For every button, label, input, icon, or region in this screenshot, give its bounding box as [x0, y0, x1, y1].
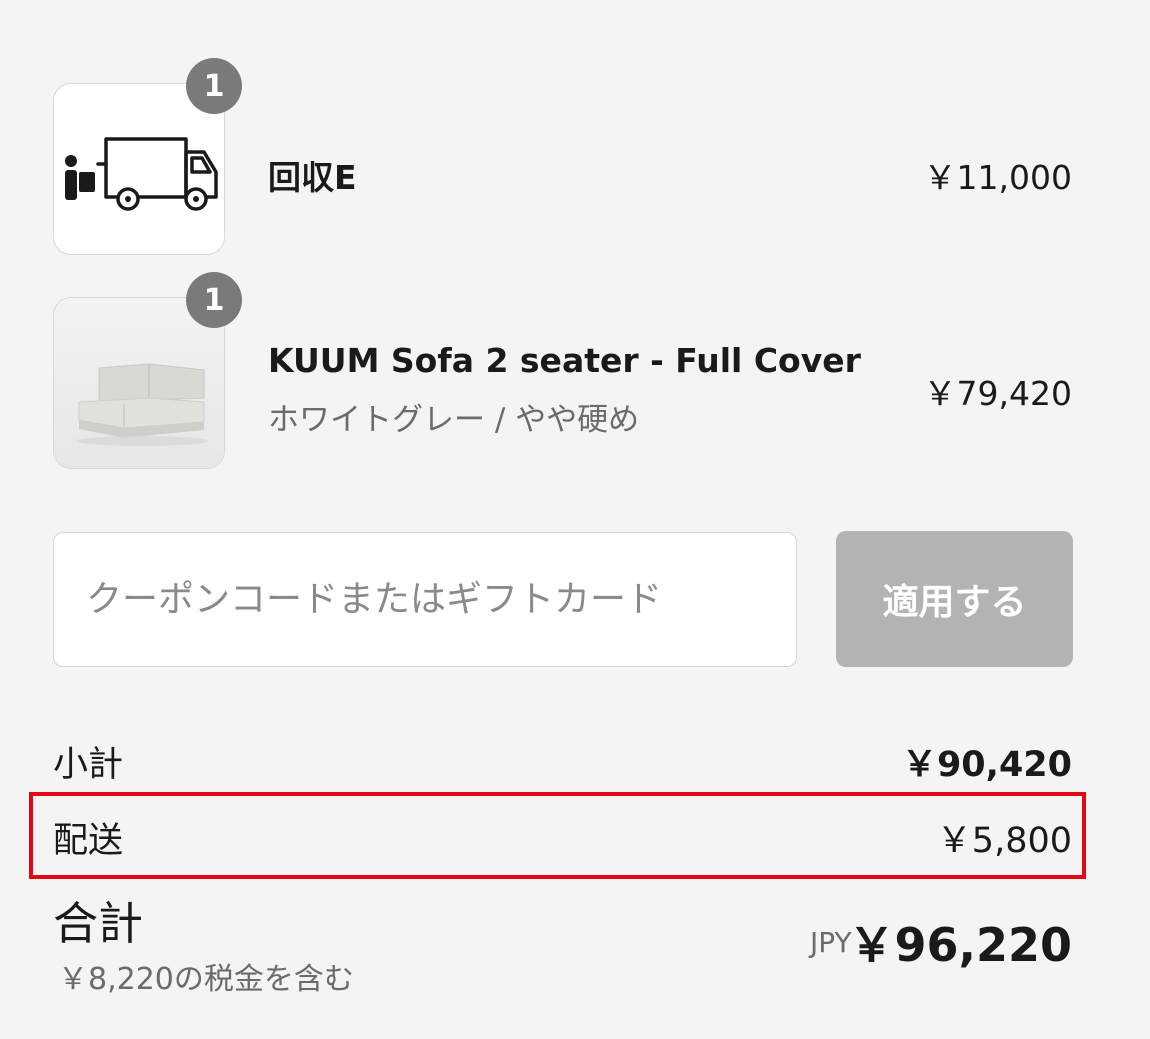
- quantity-badge: 1: [186, 58, 242, 114]
- item-price: ￥79,420: [923, 374, 1072, 413]
- tax-note: ￥8,220の税金を含む: [58, 962, 354, 997]
- subtotal-label: 小計: [53, 745, 124, 785]
- apply-coupon-button[interactable]: 適用する: [836, 531, 1073, 667]
- item-variant: ホワイトグレー / やや硬め: [268, 402, 640, 438]
- item-title: 回収E: [268, 158, 357, 197]
- shipping-value: ￥5,800: [936, 821, 1072, 861]
- subtotal-value: ￥90,420: [901, 745, 1072, 785]
- coupon-code-input[interactable]: [53, 532, 797, 667]
- item-title: KUUM Sofa 2 seater - Full Cover: [268, 341, 861, 380]
- item-price: ￥11,000: [923, 158, 1072, 197]
- line-item: 1 回収E ￥11,000: [0, 58, 1150, 258]
- total-label: 合計: [53, 897, 144, 950]
- currency-code: JPY: [810, 926, 852, 959]
- quantity-badge: 1: [186, 272, 242, 328]
- shipping-label: 配送: [53, 821, 124, 861]
- total-value: ￥96,220: [848, 918, 1072, 972]
- line-item: 1 KUUM Sofa 2 seater - Full Cover ホワイトグレ…: [0, 272, 1150, 472]
- shipping-highlight-box: [29, 792, 1086, 879]
